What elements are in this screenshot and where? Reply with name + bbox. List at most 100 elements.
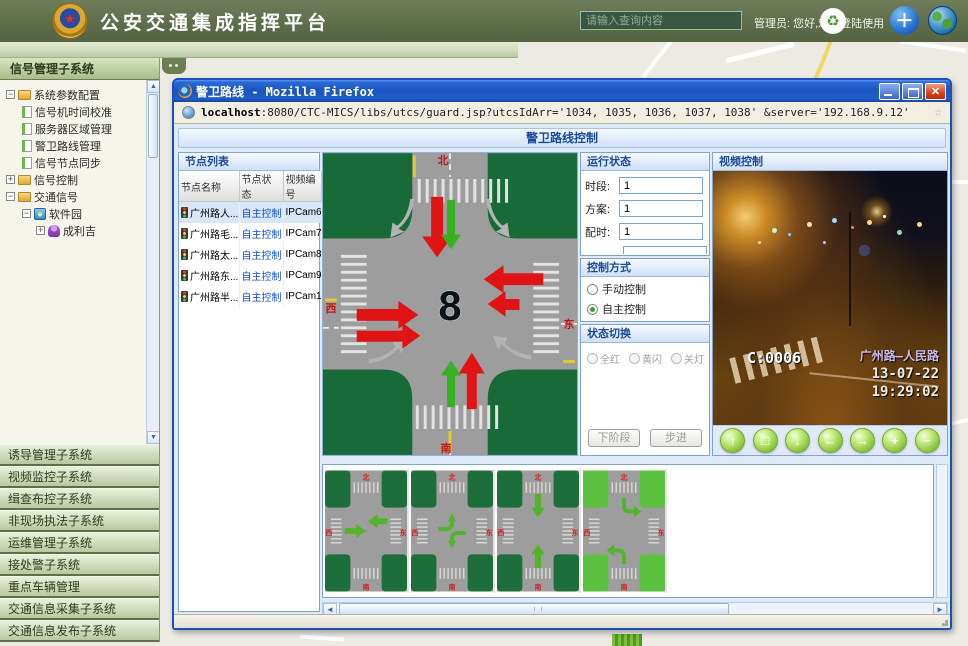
table-row[interactable]: 广州路东... 自主控制 IPCam9 bbox=[179, 265, 321, 286]
radio-checked-icon[interactable] bbox=[587, 304, 598, 315]
globe-icon[interactable] bbox=[928, 6, 957, 35]
scroll-down-arrow[interactable]: ▼ bbox=[147, 431, 159, 444]
plan-input[interactable] bbox=[619, 200, 703, 217]
auto-control-option[interactable]: 自主控制 bbox=[587, 301, 709, 317]
ptz-right-button[interactable]: → bbox=[850, 428, 875, 453]
light-pole bbox=[849, 212, 851, 326]
expand-box-icon[interactable] bbox=[6, 175, 15, 184]
radio-disabled-icon[interactable] bbox=[671, 353, 682, 364]
phase-thumbnail-2[interactable]: 北 西 东 南 bbox=[411, 469, 495, 593]
scrollbar-thumb[interactable] bbox=[148, 94, 158, 158]
tree-item-time-calibration[interactable]: 信号机时间校准 bbox=[2, 103, 157, 120]
tree-item-system-params[interactable]: 系统参数配置 bbox=[2, 86, 157, 103]
ptz-stop-button[interactable]: □ bbox=[753, 428, 778, 453]
col-node-name[interactable]: 节点名称 bbox=[179, 171, 239, 202]
video-control-panel: 视频控制 C:0006 广州路—人民路 13-07-22 19:29:02 ↑ … bbox=[712, 152, 948, 456]
sidebar-section-signal-mgmt[interactable]: 信号管理子系统 bbox=[0, 58, 159, 80]
node-status-link[interactable]: 自主控制 bbox=[242, 209, 282, 220]
sidebar-item-ops-maintenance[interactable]: 运维管理子系统 bbox=[0, 532, 159, 554]
sidebar-item-investigation[interactable]: 缉查布控子系统 bbox=[0, 488, 159, 510]
app-header: 公安交通集成指挥平台 管理员: 您好,欢迎登陆使用 ♻ ＋ bbox=[0, 0, 968, 42]
expand-box-icon[interactable] bbox=[36, 226, 45, 235]
ptz-down-button[interactable]: ↓ bbox=[785, 428, 810, 453]
label-north: 北 bbox=[621, 472, 628, 481]
sidebar-item-traffic-release[interactable]: 交通信息发布子系统 bbox=[0, 620, 159, 642]
collapse-box-icon[interactable] bbox=[6, 192, 15, 201]
url-text[interactable]: localhost:8080/CTC-MICS/libs/utcs/guard.… bbox=[201, 106, 910, 119]
timing-input[interactable] bbox=[619, 223, 703, 240]
tree-item-server-region[interactable]: 服务器区域管理 bbox=[2, 120, 157, 137]
radio-icon[interactable] bbox=[587, 284, 598, 295]
tree-label: 系统参数配置 bbox=[34, 87, 100, 103]
search-input[interactable] bbox=[580, 11, 742, 30]
manual-control-option[interactable]: 手动控制 bbox=[587, 281, 709, 297]
tree-item-signal-control[interactable]: 信号控制 bbox=[2, 171, 157, 188]
yellow-flash-option[interactable]: 黄闪 bbox=[629, 351, 662, 366]
next-phase-button[interactable]: 下阶段 bbox=[588, 429, 640, 447]
field-label-timing: 配时: bbox=[585, 224, 619, 240]
collapse-box-icon[interactable] bbox=[22, 209, 31, 218]
node-list-panel: 节点列表 节点名称 节点状态 视频编号 广州路人... 自主控制 IPCam6 … bbox=[178, 152, 320, 612]
tree-label: 信号节点同步 bbox=[35, 155, 101, 171]
label-west: 西 bbox=[325, 529, 332, 537]
tree-scrollbar[interactable]: ▲ ▼ bbox=[146, 80, 159, 444]
minimize-button[interactable] bbox=[879, 83, 900, 100]
period-input[interactable] bbox=[619, 177, 703, 194]
node-status-link[interactable]: 自主控制 bbox=[242, 251, 282, 262]
bookmark-star-icon[interactable]: ☆ bbox=[934, 105, 942, 120]
window-titlebar[interactable]: 警卫路线 - Mozilla Firefox bbox=[174, 80, 950, 102]
col-video-id[interactable]: 视频编号 bbox=[283, 171, 321, 202]
map-road bbox=[725, 42, 794, 64]
table-row[interactable]: 广州路太... 自主控制 IPCam8 bbox=[179, 244, 321, 265]
ptz-up-button[interactable]: ↑ bbox=[720, 428, 745, 453]
node-status-link[interactable]: 自主控制 bbox=[242, 230, 282, 241]
tree-item-node-sync[interactable]: 信号节点同步 bbox=[2, 154, 157, 171]
apps-grid-icon[interactable] bbox=[858, 11, 878, 31]
lights-off-option[interactable]: 关灯 bbox=[671, 351, 704, 366]
scroll-up-arrow[interactable]: ▲ bbox=[147, 80, 159, 93]
node-status-link[interactable]: 自主控制 bbox=[242, 293, 282, 304]
ptz-controls: ↑ □ ↓ ← → + − bbox=[713, 425, 947, 455]
tree-item-guard-route[interactable]: 警卫路线管理 bbox=[2, 137, 157, 154]
sidebar-item-guidance[interactable]: 诱导管理子系统 bbox=[0, 444, 159, 466]
collapse-box-icon[interactable] bbox=[6, 90, 15, 99]
tree-item-traffic-signal[interactable]: 交通信号 bbox=[2, 188, 157, 205]
sidebar-item-offsite-enforcement[interactable]: 非现场执法子系统 bbox=[0, 510, 159, 532]
sidebar-item-key-vehicles[interactable]: 重点车辆管理 bbox=[0, 576, 159, 598]
tree-item-software-park[interactable]: 软件园 bbox=[2, 205, 157, 222]
node-status-link[interactable]: 自主控制 bbox=[242, 272, 282, 283]
add-icon[interactable]: ＋ bbox=[890, 6, 919, 35]
ptz-zoom-in-button[interactable]: + bbox=[882, 428, 907, 453]
status-switch-header: 状态切换 bbox=[581, 325, 709, 343]
sidebar-item-police-dispatch[interactable]: 接处警子系统 bbox=[0, 554, 159, 576]
label-south: 南 bbox=[441, 441, 452, 455]
sidebar-collapse-handle[interactable] bbox=[162, 58, 186, 74]
tree-label: 服务器区域管理 bbox=[35, 121, 112, 137]
close-button[interactable] bbox=[925, 83, 946, 100]
ptz-zoom-out-button[interactable]: − bbox=[915, 428, 940, 453]
radio-disabled-icon[interactable] bbox=[629, 353, 640, 364]
col-node-status[interactable]: 节点状态 bbox=[239, 171, 283, 202]
ptz-left-button[interactable]: ← bbox=[818, 428, 843, 453]
refresh-icon[interactable]: ♻ bbox=[820, 8, 846, 34]
table-row[interactable]: 广州路半... 自主控制 IPCam10 bbox=[179, 286, 321, 307]
status-switch-panel: 状态切换 全红 黄闪 关灯 下阶段 bbox=[580, 324, 710, 456]
sidebar-item-traffic-collection[interactable]: 交通信息采集子系统 bbox=[0, 598, 159, 620]
url-bar[interactable]: localhost:8080/CTC-MICS/libs/utcs/guard.… bbox=[174, 102, 950, 124]
header-subbar bbox=[0, 42, 518, 58]
phase-strip-vertical-scrollbar[interactable] bbox=[936, 464, 948, 598]
table-row[interactable]: 广州路毛... 自主控制 IPCam7 bbox=[179, 223, 321, 244]
all-red-option[interactable]: 全红 bbox=[587, 351, 620, 366]
step-button[interactable]: 步进 bbox=[650, 429, 702, 447]
phase-thumbnail-1[interactable]: 北 西 东 南 bbox=[325, 469, 409, 593]
maximize-button[interactable] bbox=[902, 83, 923, 100]
phase-thumbnail-4-active[interactable]: 北 西 东 南 bbox=[583, 469, 667, 593]
person-icon bbox=[48, 225, 60, 237]
radio-disabled-icon[interactable] bbox=[587, 353, 598, 364]
tree-item-chengliji[interactable]: 成利吉 bbox=[2, 222, 157, 239]
sidebar-item-video-surveillance[interactable]: 视频监控子系统 bbox=[0, 466, 159, 488]
folder-icon bbox=[18, 90, 31, 100]
table-row[interactable]: 广州路人... 自主控制 IPCam6 bbox=[179, 202, 321, 223]
phase-thumbnail-3[interactable]: 北 西 东 南 bbox=[497, 469, 581, 593]
camera-id-overlay: C:0006 bbox=[747, 349, 801, 367]
